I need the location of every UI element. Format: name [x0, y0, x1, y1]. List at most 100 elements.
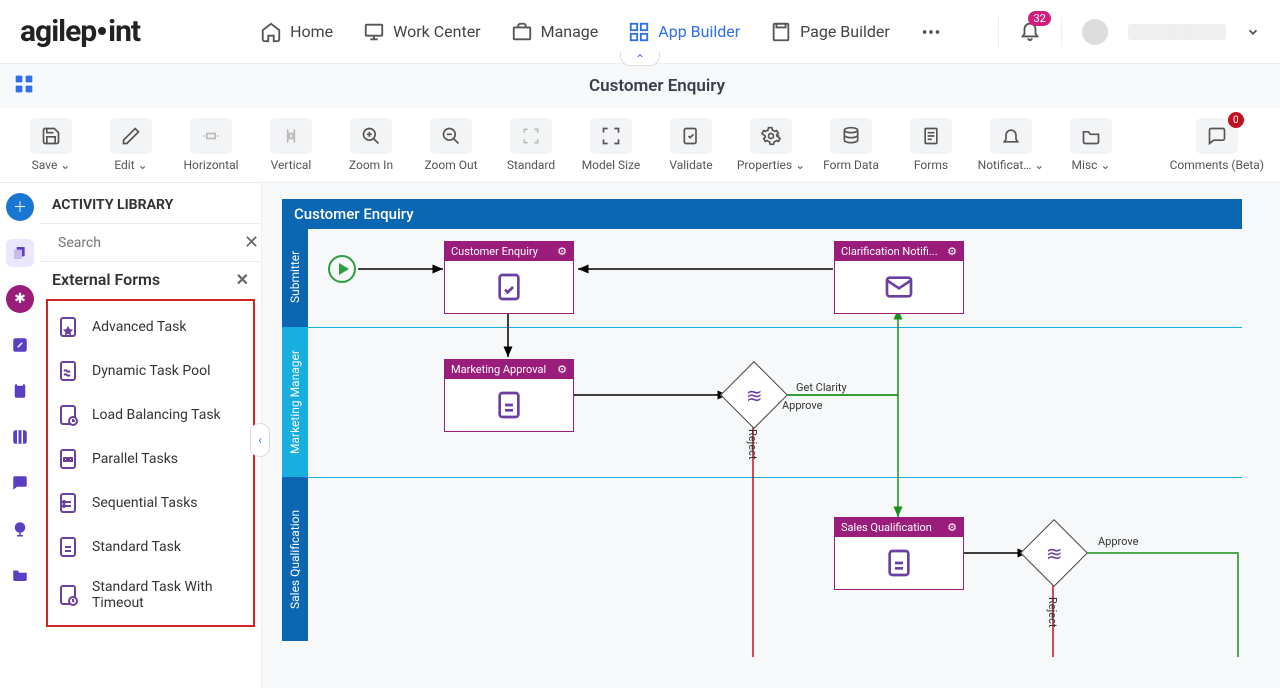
rail-integrations[interactable]: ✱	[6, 285, 34, 313]
process-canvas[interactable]: Customer Enquiry Submitter Marketing Man…	[282, 199, 1242, 659]
validate-icon	[681, 126, 701, 146]
tool-standard[interactable]: Standard	[496, 118, 566, 172]
node-marketing-approval[interactable]: Marketing Approval⚙	[444, 359, 574, 432]
nav-home-label: Home	[290, 22, 333, 41]
library-search-input[interactable]	[58, 235, 236, 251]
grid-toggle[interactable]	[14, 74, 34, 99]
library-item-label: Parallel Tasks	[92, 451, 178, 467]
monitor-icon	[363, 21, 385, 43]
nav-more[interactable]	[920, 21, 942, 43]
gateway-marketing[interactable]: ≋	[720, 361, 788, 429]
tool-properties-label: Properties	[737, 158, 792, 172]
library-group-label: External Forms	[52, 270, 160, 289]
library-item-standard-timeout[interactable]: Standard Task With Timeout	[48, 569, 253, 621]
tool-modelsize-label: Model Size	[582, 158, 641, 172]
library-group-header[interactable]: External Forms ✕	[40, 262, 261, 295]
library-items-highlighted: Advanced Task Dynamic Task Pool Load Bal…	[46, 299, 255, 627]
tool-forms-label: Forms	[914, 158, 948, 172]
rail-lanes[interactable]	[6, 423, 34, 451]
pencil-square-icon	[11, 336, 29, 354]
tool-forms[interactable]: Forms	[896, 118, 966, 172]
clipboard-list-icon	[56, 491, 80, 515]
tool-vertical[interactable]: Vertical	[256, 118, 326, 172]
nav-pagebuilder[interactable]: Page Builder	[770, 21, 890, 43]
folder-icon	[11, 566, 29, 584]
library-item-label: Dynamic Task Pool	[92, 363, 210, 379]
rail-edit[interactable]	[6, 331, 34, 359]
tool-save-label: Save	[32, 158, 58, 172]
gateway-sales[interactable]: ≋	[1020, 519, 1088, 587]
tool-save[interactable]: Save ⌄	[16, 118, 86, 172]
tool-formdata[interactable]: Form Data	[816, 118, 886, 172]
tool-misc[interactable]: Misc ⌄	[1056, 118, 1126, 172]
canvas-wrap: ‹ Customer Enquiry Submitter Marketing M…	[262, 183, 1280, 688]
nav-workcenter[interactable]: Work Center	[363, 21, 480, 43]
tool-edit[interactable]: Edit ⌄	[96, 118, 166, 172]
tool-zoomout-label: Zoom Out	[424, 158, 477, 172]
clipboard-grid-icon	[56, 447, 80, 471]
clipboard-star-icon	[56, 315, 80, 339]
separator	[1061, 17, 1062, 47]
tool-zoomin[interactable]: Zoom In	[336, 118, 406, 172]
briefcase-icon	[511, 21, 533, 43]
tool-properties[interactable]: Properties ⌄	[736, 118, 806, 172]
library-item-parallel[interactable]: Parallel Tasks	[48, 437, 253, 481]
align-h-icon	[201, 126, 221, 146]
library-item-load-balancing[interactable]: Load Balancing Task	[48, 393, 253, 437]
gear-icon[interactable]: ⚙	[557, 363, 567, 376]
more-icon	[920, 21, 942, 43]
tool-comments[interactable]: Comments (Beta)	[1170, 118, 1264, 172]
nav-appbuilder-label: App Builder	[658, 22, 740, 41]
nav-manage[interactable]: Manage	[511, 21, 599, 43]
nav-appbuilder[interactable]: App Builder	[628, 21, 740, 43]
zoom-in-icon	[361, 126, 381, 146]
lane-marketing[interactable]: Marketing Manager	[282, 327, 308, 477]
clear-search[interactable]: ✕	[244, 232, 259, 253]
notifications-button[interactable]: 32	[1019, 19, 1041, 45]
chevron-down-icon[interactable]	[1246, 25, 1260, 39]
tool-standard-label: Standard	[507, 158, 555, 172]
start-event[interactable]	[328, 255, 356, 283]
library-item-sequential[interactable]: Sequential Tasks	[48, 481, 253, 525]
fullscreen-icon	[601, 126, 621, 146]
tool-notifications[interactable]: Notificat… ⌄	[976, 118, 1046, 172]
tool-validate[interactable]: Validate	[656, 118, 726, 172]
node-customer-enquiry[interactable]: Customer Enquiry ⚙	[444, 241, 574, 314]
folder-icon	[1081, 126, 1101, 146]
rail-library[interactable]	[6, 239, 34, 267]
gear-icon[interactable]: ⚙	[947, 245, 957, 258]
tool-modelsize[interactable]: Model Size	[576, 118, 646, 172]
node-sales-qualification[interactable]: Sales Qualification ⚙	[834, 517, 964, 590]
rail-clipboard[interactable]	[6, 377, 34, 405]
close-group-icon[interactable]: ✕	[236, 270, 249, 289]
apps-icon	[628, 21, 650, 43]
logo: agilepint	[20, 14, 140, 49]
lane-sales[interactable]: Sales Qualification	[282, 477, 308, 641]
library-item-advanced-task[interactable]: Advanced Task	[48, 305, 253, 349]
toolbar: Save ⌄ Edit ⌄ Horizontal Vertical Zoom I…	[0, 108, 1280, 183]
gear-icon[interactable]: ⚙	[557, 245, 567, 258]
edge-approve-1: Approve	[782, 399, 822, 412]
lane-submitter[interactable]: Submitter	[282, 227, 308, 327]
rail-add[interactable]: ＋	[6, 193, 34, 221]
rail-present[interactable]	[6, 515, 34, 543]
rail-folder[interactable]	[6, 561, 34, 589]
node-clarification[interactable]: Clarification Notifi...⚙	[834, 241, 964, 314]
tool-zoomout[interactable]: Zoom Out	[416, 118, 486, 172]
user-name[interactable]: username	[1128, 24, 1226, 40]
tool-horizontal-label: Horizontal	[183, 158, 238, 172]
nav-right: 32 username	[998, 17, 1260, 47]
tool-horizontal[interactable]: Horizontal	[176, 118, 246, 172]
page-title: Customer Enquiry	[589, 76, 725, 96]
gear-icon[interactable]: ⚙	[947, 521, 957, 534]
main: ＋ ✱ ACTIVITY LIBRARY ✕	[0, 183, 1280, 688]
avatar[interactable]	[1082, 19, 1108, 45]
rail-chat[interactable]	[6, 469, 34, 497]
library-item-standard[interactable]: Standard Task	[48, 525, 253, 569]
node-title: Customer Enquiry	[451, 245, 538, 258]
library-item-dynamic-pool[interactable]: Dynamic Task Pool	[48, 349, 253, 393]
nav-home[interactable]: Home	[260, 21, 333, 43]
collapse-titlebar[interactable]: ⌃	[620, 52, 660, 66]
collapse-library[interactable]: ‹	[250, 423, 270, 457]
node-title: Sales Qualification	[841, 521, 932, 534]
